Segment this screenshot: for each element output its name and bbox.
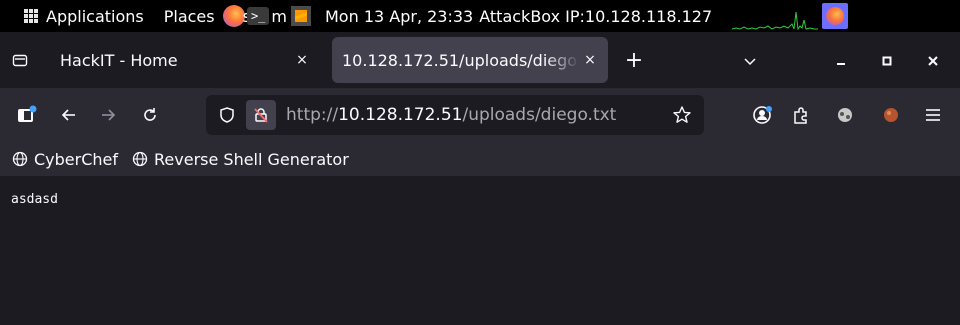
attackbox-ip: AttackBox IP:10.128.118.127 [479,6,713,26]
terminal-launcher-icon[interactable]: >_ [246,7,270,25]
tab-label: HackIT - Home [60,50,178,70]
applications-menu[interactable]: Applications [24,7,144,26]
back-arrow-icon[interactable] [54,100,84,130]
clock[interactable]: Mon 13 Apr, 23:33 [325,7,473,26]
url-host: 10.128.172.51 [338,105,463,125]
tab-hackit-home[interactable]: HackIT - Home × [44,37,320,83]
system-menu-partial-2[interactable]: m [271,7,287,26]
extension-badge-icon[interactable] [830,100,860,130]
applications-label: Applications [46,6,144,26]
hamburger-menu-icon[interactable] [918,100,948,130]
tab-diego-txt[interactable]: 10.128.172.51/uploads/diego.txt × [332,37,608,83]
close-tab-icon[interactable]: × [292,50,312,70]
tab-list-icon[interactable] [8,48,32,72]
maximize-icon[interactable] [875,49,899,73]
url-scheme: http:// [286,105,339,125]
firefox-launcher-icon[interactable] [222,5,245,27]
bookmark-cyberchef[interactable]: CyberChef [12,150,118,169]
star-icon[interactable] [670,103,694,127]
sublime-text-launcher-icon[interactable] [291,6,311,26]
shield-icon[interactable] [214,102,240,128]
minimize-icon[interactable] [829,49,853,73]
bookmark-label: CyberChef [34,149,119,169]
bookmark-reverse-shell-generator[interactable]: Reverse Shell Generator [132,150,349,169]
globe-icon [132,151,148,167]
close-window-icon[interactable] [921,49,945,73]
network-activity-graph [732,2,818,30]
url-path: /uploads/diego.txt [462,105,617,125]
grid-icon [24,9,38,23]
globe-icon [12,151,28,167]
terminal-glyph: >_ [250,9,266,23]
sidebar-icon[interactable] [12,100,42,130]
url-bar[interactable]: http://10.128.172.51/uploads/diego.txt [206,95,704,135]
url-text[interactable]: http://10.128.172.51/uploads/diego.txt [286,105,616,125]
bookmark-label: Reverse Shell Generator [154,149,349,169]
navigation-toolbar: http://10.128.172.51/uploads/diego.txt [0,88,960,142]
account-icon[interactable] [748,100,778,130]
new-tab-button[interactable]: + [622,48,646,73]
tab-bar: HackIT - Home × 10.128.172.51/uploads/di… [0,32,960,88]
places-menu[interactable]: Places [164,7,215,26]
system-top-panel: Applications Places s >_ m Mon 13 Apr, 2… [0,0,960,32]
bookmarks-toolbar: CyberChef Reverse Shell Generator [0,142,960,176]
close-tab-icon[interactable]: × [580,50,600,70]
insecure-lock-icon[interactable] [246,100,276,130]
chevron-down-icon[interactable] [738,49,762,73]
extensions-icon[interactable] [786,100,816,130]
extension-color-icon[interactable] [876,100,906,130]
firefox-tray-icon[interactable] [822,3,848,29]
file-contents: asdasd [11,192,58,207]
page-content-area: asdasd [0,176,960,325]
forward-arrow-icon[interactable] [93,100,123,130]
tab-label: 10.128.172.51/uploads/diego.txt [342,50,580,70]
reload-icon[interactable] [135,100,165,130]
